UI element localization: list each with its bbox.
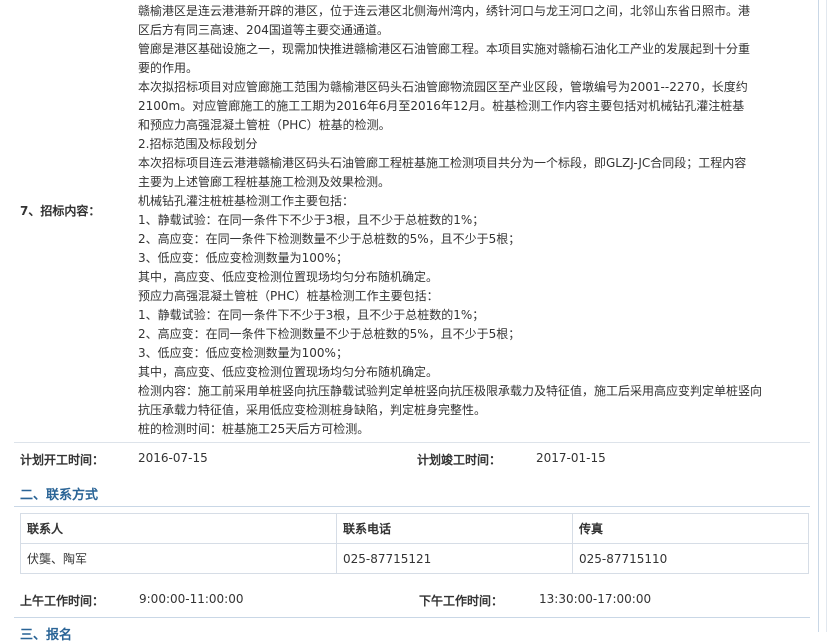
contact-data-row: 伏龑、陶军 025-87715121 025-87715110 bbox=[20, 543, 809, 574]
content-line: 管廊是港区基础设施之一，现需加快推进赣榆港区石油管廊工程。本项目实施对赣榆石油化… bbox=[138, 42, 751, 56]
am-hours-value: 9:00:00-11:00:00 bbox=[139, 592, 244, 606]
contact-section-title: 二、联系方式 bbox=[20, 488, 99, 503]
contact-person-header: 联系人 bbox=[20, 513, 337, 544]
contact-person-value: 伏龑、陶军 bbox=[20, 543, 337, 574]
content-line: 检测内容：施工前采用单桩竖向抗压静载试验判定单桩竖向抗压极限承载力及特征值，施工… bbox=[138, 384, 763, 398]
content-line: 赣榆港区是连云港港新开辟的港区，位于连云港区北侧海州湾内，绣针河口与龙王河口之间… bbox=[138, 4, 751, 18]
content-line: 抗压承载力特征值，采用低应变检测桩身缺陷，判定桩身完整性。 bbox=[138, 403, 487, 417]
content-line: 2.招标范围及标段划分 bbox=[138, 137, 258, 151]
registration-section-title: 三、报名 bbox=[20, 628, 73, 643]
section-divider bbox=[14, 506, 810, 507]
content-line: 1、静载试验：在同一条件下不少于3根，且不少于总桩数的1%； bbox=[138, 213, 485, 227]
content-line: 1、静载试验：在同一条件下不少于3根，且不少于总桩数的1%； bbox=[138, 308, 485, 322]
content-line: 和预应力高强混凝土管桩（PHC）桩基的检测。 bbox=[138, 118, 391, 132]
content-line: 要的作用。 bbox=[138, 61, 199, 75]
content-line: 本次招标项目连云港港赣榆港区码头石油管廊工程桩基施工检测项目共分为一个标段，即G… bbox=[138, 156, 747, 170]
content-line: 预应力高强混凝土管桩（PHC）桩基检测工作主要包括： bbox=[138, 289, 439, 303]
planned-end-value: 2017-01-15 bbox=[536, 451, 606, 465]
contact-table: 联系人 联系电话 传真 伏龑、陶军 025-87715121 025-87715… bbox=[20, 513, 809, 574]
planned-end-label: 计划竣工时间： bbox=[417, 453, 502, 467]
planned-start-value: 2016-07-15 bbox=[138, 451, 208, 465]
planned-start-label: 计划开工时间： bbox=[20, 453, 105, 467]
section-divider bbox=[14, 617, 810, 618]
contact-phone-header: 联系电话 bbox=[336, 513, 573, 544]
frame-border-outer bbox=[826, 0, 827, 632]
content-line: 其中，高应变、低应变检测位置现场均匀分布随机确定。 bbox=[138, 270, 439, 284]
frame-border bbox=[818, 0, 819, 632]
content-line: 2100m。对应管廊施工的施工工期为2016年6月至2016年12月。桩基检测工… bbox=[138, 99, 745, 113]
content-line: 桩的检测时间：桩基施工25天后方可检测。 bbox=[138, 422, 370, 436]
tender-content-text: 赣榆港区是连云港港新开辟的港区，位于连云港区北侧海州湾内，绣针河口与龙王河口之间… bbox=[138, 2, 804, 439]
content-line: 主要为上述管廊工程桩基施工检测及效果检测。 bbox=[138, 175, 391, 189]
pm-hours-value: 13:30:00-17:00:00 bbox=[539, 592, 652, 606]
contact-header-row: 联系人 联系电话 传真 bbox=[20, 513, 809, 544]
content-line: 区后方有同三高速、204国道等主要交通通道。 bbox=[138, 23, 389, 37]
working-hours-row: 上午工作时间： 9:00:00-11:00:00 下午工作时间： 13:30:0… bbox=[14, 587, 810, 611]
content-line: 2、高应变：在同一条件下检测数量不少于总桩数的5%，且不少于5根； bbox=[138, 327, 521, 341]
tender-content-row: 7、招标内容： 赣榆港区是连云港港新开辟的港区，位于连云港区北侧海州湾内，绣针河… bbox=[14, 0, 810, 443]
content-line: 2、高应变：在同一条件下检测数量不少于总桩数的5%，且不少于5根； bbox=[138, 232, 521, 246]
plan-dates-row: 计划开工时间： 2016-07-15 计划竣工时间： 2017-01-15 bbox=[14, 444, 810, 472]
tender-content-label: 7、招标内容： bbox=[20, 204, 101, 218]
contact-phone-value: 025-87715121 bbox=[336, 543, 573, 574]
contact-fax-header: 传真 bbox=[572, 513, 809, 544]
content-line: 3、低应变：低应变检测数量为100%； bbox=[138, 251, 348, 265]
content-line: 3、低应变：低应变检测数量为100%； bbox=[138, 346, 348, 360]
content-line: 本次拟招标项目对应管廊施工范围为赣榆港区码头石油管廊物流园区至产业区段，管墩编号… bbox=[138, 80, 748, 94]
am-hours-label: 上午工作时间： bbox=[20, 594, 105, 608]
content-line: 其中，高应变、低应变检测位置现场均匀分布随机确定。 bbox=[138, 365, 439, 379]
content-line: 机械钻孔灌注桩桩基检测工作主要包括： bbox=[138, 194, 355, 208]
contact-fax-value: 025-87715110 bbox=[572, 543, 809, 574]
pm-hours-label: 下午工作时间： bbox=[419, 594, 504, 608]
